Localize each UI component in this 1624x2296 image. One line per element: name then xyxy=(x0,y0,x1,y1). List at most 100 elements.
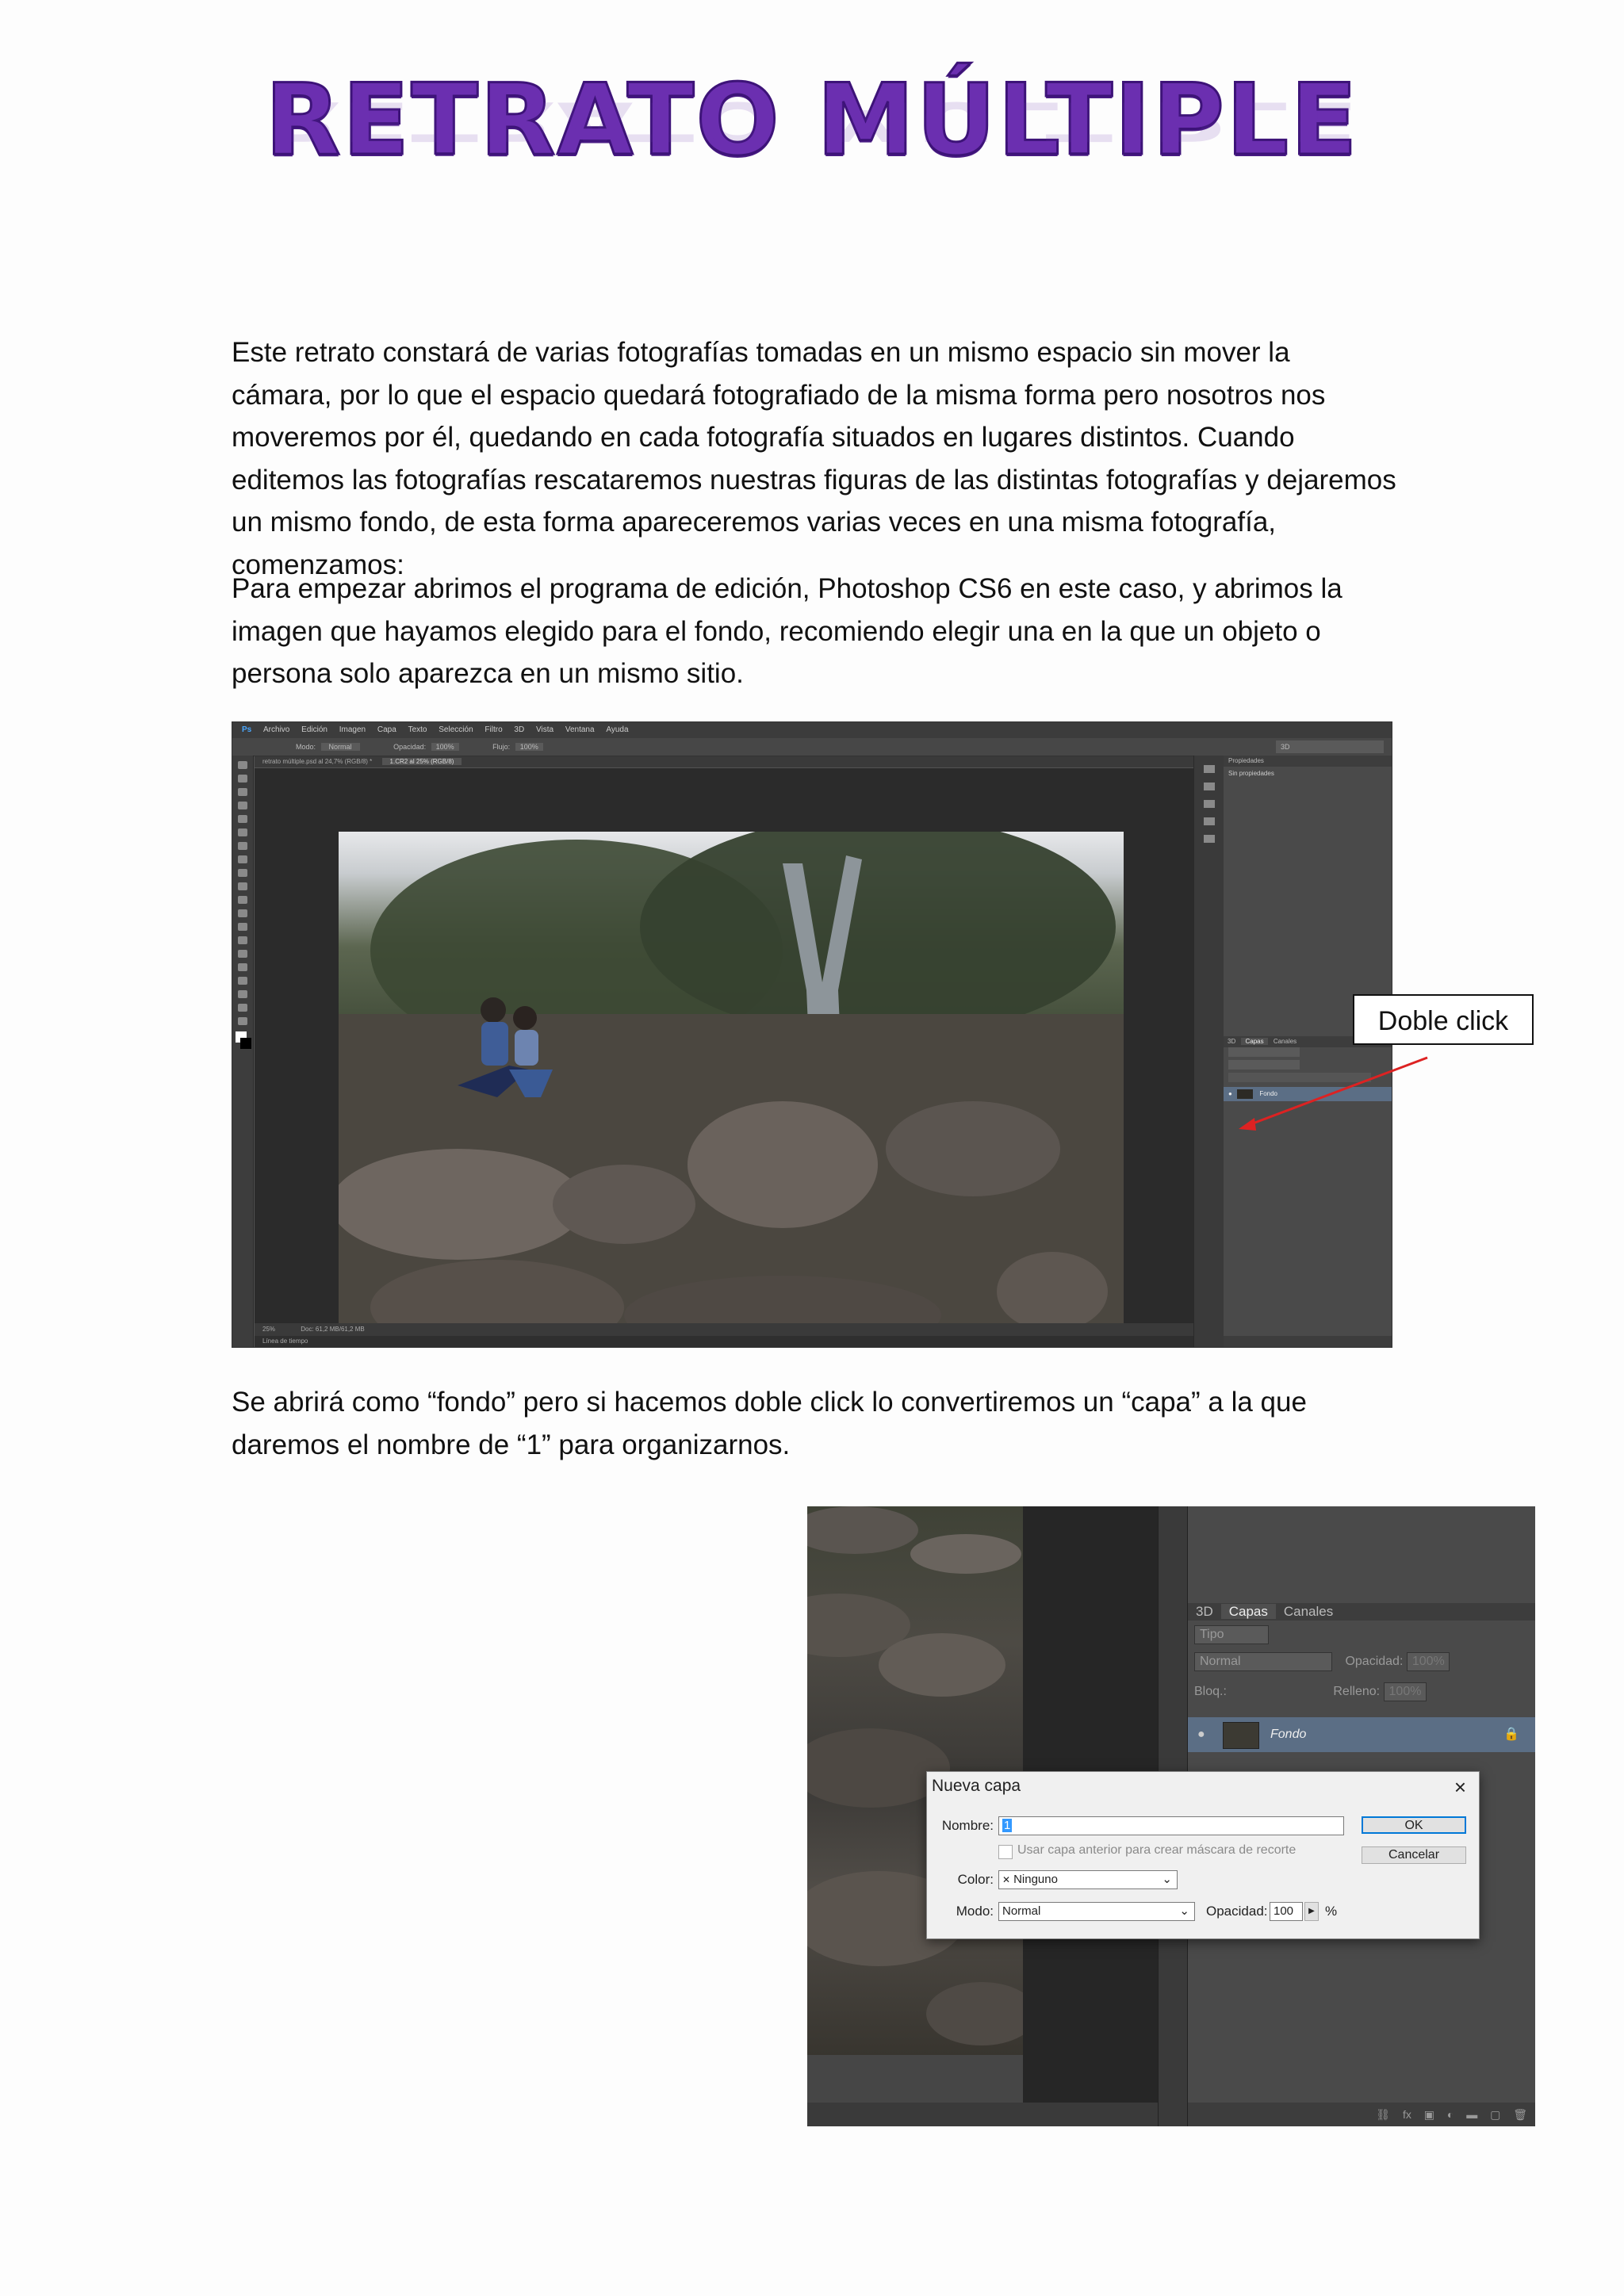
text-tool-icon[interactable] xyxy=(238,963,247,971)
eraser-tool-icon[interactable] xyxy=(238,896,247,904)
eyedropper-tool-icon[interactable] xyxy=(238,828,247,836)
tab-capas[interactable]: Capas xyxy=(1241,1038,1268,1045)
tab-capas[interactable]: Capas xyxy=(1220,1604,1276,1619)
blend-row: Normal Opacidad: 100% xyxy=(1194,1651,1527,1673)
actions-panel-icon[interactable] xyxy=(1204,783,1215,790)
new-layer-icon[interactable]: ▢ xyxy=(1490,2108,1500,2121)
no-color-icon: ✕ xyxy=(1002,1874,1011,1885)
intro-paragraph: Este retrato constará de varias fotograf… xyxy=(232,337,1396,580)
chevron-down-icon: ⌄ xyxy=(1162,1873,1172,1886)
menu-item[interactable]: Texto xyxy=(408,725,427,734)
hand-tool-icon[interactable] xyxy=(238,1004,247,1012)
ok-button[interactable]: OK xyxy=(1362,1816,1466,1834)
background-color-swatch[interactable] xyxy=(240,1038,251,1049)
opacity-slider-arrow-icon[interactable]: ▶ xyxy=(1304,1902,1319,1921)
crop-tool-icon[interactable] xyxy=(238,815,247,823)
lock-label: Bloq.: xyxy=(1194,1685,1227,1698)
blur-tool-icon[interactable] xyxy=(238,923,247,931)
blend-mode-select[interactable] xyxy=(1228,1060,1300,1070)
clipping-mask-checkbox[interactable] xyxy=(998,1845,1013,1859)
flow-field[interactable]: 100% xyxy=(515,743,543,751)
menu-item[interactable]: Filtro xyxy=(485,725,502,734)
zoom-level[interactable]: 25% xyxy=(262,1326,275,1333)
blend-mode-select[interactable]: Normal xyxy=(1194,1651,1332,1671)
layer-thumbnail xyxy=(1237,1089,1254,1099)
lock-icon: 🔒 xyxy=(1503,1728,1519,1741)
layer-row-fondo[interactable]: ● Fondo 🔒 xyxy=(1188,1717,1535,1752)
doc-tab-active[interactable]: 1.CR2 al 25% (RGB/8) xyxy=(381,758,462,765)
dodge-tool-icon[interactable] xyxy=(238,936,247,944)
timeline-label[interactable]: Línea de tiempo xyxy=(262,1337,308,1345)
menu-item[interactable]: Ventana xyxy=(565,725,595,734)
move-tool-icon[interactable] xyxy=(238,761,247,769)
menu-item[interactable]: Capa xyxy=(377,725,396,734)
shape-tool-icon[interactable] xyxy=(238,990,247,998)
properties-tab[interactable]: Propiedades xyxy=(1224,756,1392,767)
zoom-tool-icon[interactable] xyxy=(238,1017,247,1025)
layer-filter-select[interactable]: Tipo xyxy=(1194,1624,1269,1644)
new-group-icon[interactable]: ▬ xyxy=(1466,2108,1477,2121)
step1-paragraph: Para empezar abrimos el programa de edic… xyxy=(232,573,1342,689)
lock-row: Bloq.: Relleno: 100% xyxy=(1194,1681,1527,1703)
history-panel-icon[interactable] xyxy=(1204,765,1215,773)
healing-tool-icon[interactable] xyxy=(238,842,247,850)
visibility-eye-icon[interactable]: ● xyxy=(1228,1090,1232,1097)
layer-row-fondo[interactable]: ● Fondo xyxy=(1224,1087,1392,1101)
stamp-tool-icon[interactable] xyxy=(238,869,247,877)
menu-item[interactable]: Selección xyxy=(439,725,473,734)
status-bar xyxy=(807,2103,1158,2126)
doc-tab[interactable]: retrato múltiple.psd al 24,7% (RGB/8) * xyxy=(255,758,380,765)
tab-canales[interactable]: Canales xyxy=(1270,1038,1300,1045)
clipping-mask-label: Usar capa anterior para crear máscara de… xyxy=(1017,1843,1297,1857)
double-click-callout: Doble click xyxy=(1353,994,1534,1045)
gradient-tool-icon[interactable] xyxy=(238,909,247,917)
layer-filter[interactable] xyxy=(1228,1047,1300,1057)
mode-select[interactable]: Normal xyxy=(320,743,360,751)
opacity-field[interactable]: 100% xyxy=(431,743,459,751)
brush-tool-icon[interactable] xyxy=(238,855,247,863)
opacity-field[interactable]: 100% xyxy=(1406,1651,1450,1671)
menu-item[interactable]: Edición xyxy=(301,725,327,734)
mode-select[interactable]: Normal ⌄ xyxy=(998,1902,1195,1921)
lasso-tool-icon[interactable] xyxy=(238,788,247,796)
background-photo xyxy=(339,832,1124,1347)
menu-item[interactable]: Vista xyxy=(536,725,553,734)
menu-item[interactable]: Archivo xyxy=(263,725,289,734)
tab-3d[interactable]: 3D xyxy=(1188,1604,1221,1619)
paragraph-panel-icon[interactable] xyxy=(1204,835,1215,843)
adjustments-panel-icon[interactable] xyxy=(1204,800,1215,808)
name-input[interactable]: 1 xyxy=(998,1816,1344,1835)
quick-select-tool-icon[interactable] xyxy=(238,802,247,809)
opacity-label: Opacidad: xyxy=(1345,1655,1404,1668)
layer-filter-row: Tipo xyxy=(1194,1624,1527,1646)
marquee-tool-icon[interactable] xyxy=(238,775,247,783)
status-bar: 25% Doc: 61,2 MB/61,2 MB xyxy=(255,1323,1193,1336)
pen-tool-icon[interactable] xyxy=(238,950,247,958)
timeline-bar: Línea de tiempo xyxy=(255,1336,1193,1347)
opacity-input[interactable]: 100 xyxy=(1270,1902,1303,1921)
tab-3d[interactable]: 3D xyxy=(1224,1038,1239,1045)
page-title-reflection: RETRATO MÚLTIPLE xyxy=(265,89,1359,152)
close-icon[interactable]: × xyxy=(1454,1775,1466,1800)
color-select[interactable]: ✕ Ninguno ⌄ xyxy=(998,1870,1178,1889)
layer-name[interactable]: Fondo xyxy=(1259,1090,1277,1097)
photoshop-screenshot-1: Ps Archivo Edición Imagen Capa Texto Sel… xyxy=(232,721,1392,1348)
cancel-button[interactable]: Cancelar xyxy=(1362,1846,1466,1864)
character-panel-icon[interactable] xyxy=(1204,817,1215,825)
add-mask-icon[interactable]: ▣ xyxy=(1424,2108,1434,2121)
tab-canales[interactable]: Canales xyxy=(1276,1604,1341,1619)
path-select-tool-icon[interactable] xyxy=(238,977,247,985)
menu-bar: Ps Archivo Edición Imagen Capa Texto Sel… xyxy=(232,722,1392,738)
layer-name[interactable]: Fondo xyxy=(1270,1717,1306,1752)
link-layers-icon[interactable]: ⛓ xyxy=(1376,2108,1390,2121)
visibility-eye-icon[interactable]: ● xyxy=(1197,1717,1205,1752)
menu-item[interactable]: Ayuda xyxy=(606,725,628,734)
trash-icon[interactable]: 🗑 xyxy=(1513,2108,1527,2121)
workspace-select[interactable]: 3D xyxy=(1276,740,1384,753)
adjustment-layer-icon[interactable]: ◐ xyxy=(1447,2108,1454,2121)
menu-item[interactable]: 3D xyxy=(514,725,524,734)
history-brush-tool-icon[interactable] xyxy=(238,882,247,890)
fill-field[interactable]: 100% xyxy=(1383,1682,1427,1701)
menu-item[interactable]: Imagen xyxy=(339,725,366,734)
fx-icon[interactable]: fx xyxy=(1403,2108,1411,2121)
